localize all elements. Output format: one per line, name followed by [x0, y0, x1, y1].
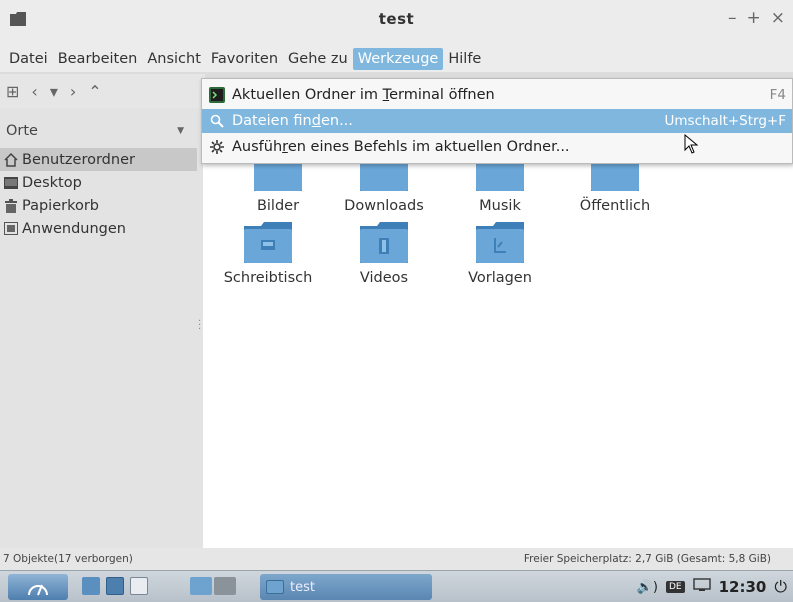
up-button[interactable]: ⌃: [88, 82, 101, 101]
close-button[interactable]: ×: [771, 8, 785, 28]
forward-button[interactable]: ›: [70, 82, 76, 101]
workspace-1-icon[interactable]: [190, 577, 212, 595]
sidebar-item-desktop[interactable]: Desktop: [0, 171, 197, 194]
system-tray: 🔊) DE 12:30 ⏻: [637, 577, 787, 597]
splitter-grip: · · ·: [198, 316, 202, 335]
power-icon[interactable]: ⏻: [774, 577, 787, 597]
folder-item-vorlagen[interactable]: Vorlagen: [445, 220, 555, 286]
places-list: Benutzerordner Desktop Papierkorb Anwend…: [0, 148, 197, 240]
menu-item-find-files[interactable]: Dateien finden... Umschalt+Strg+F: [202, 109, 792, 133]
home-icon: [2, 152, 20, 167]
sidebar: Orte ▼ Benutzerordner Desktop Papierkorb: [0, 108, 197, 548]
menu-bar: Datei Bearbeiten Ansicht Favoriten Gehe …: [0, 46, 793, 72]
volume-icon[interactable]: 🔊): [637, 580, 658, 595]
search-icon: [208, 112, 226, 130]
folder-label: Videos: [359, 270, 409, 286]
browser-launcher-icon[interactable]: [130, 577, 148, 595]
sidebar-item-label: Benutzerordner: [22, 151, 135, 168]
folder-label: Musik: [479, 198, 521, 214]
videos-folder-icon: [359, 220, 409, 264]
taskbar: test 🔊) DE 12:30 ⏻: [0, 570, 793, 602]
history-dropdown-button[interactable]: ▾: [50, 82, 58, 101]
folder-label: Downloads: [344, 198, 424, 214]
menu-ansicht[interactable]: Ansicht: [142, 48, 206, 70]
sidebar-item-label: Anwendungen: [22, 220, 126, 237]
menu-item-run-command[interactable]: Ausführen eines Befehls im aktuellen Ord…: [202, 135, 792, 159]
toolbar: ⊞ ‹ ▾ › ⌃: [0, 74, 205, 108]
start-menu-button[interactable]: [8, 574, 68, 600]
folder-label: Vorlagen: [468, 270, 532, 286]
folder-label: Bilder: [256, 198, 300, 214]
terminal-icon: [208, 86, 226, 104]
folder-label: Schreibtisch: [223, 270, 313, 286]
places-dropdown[interactable]: Orte ▼: [4, 118, 192, 144]
new-tab-button[interactable]: ⊞: [6, 82, 19, 101]
workspace-2-icon[interactable]: [214, 577, 236, 595]
werkzeuge-menu: Aktuellen Ordner im Terminal öffnen F4 D…: [201, 78, 793, 164]
menu-favoriten[interactable]: Favoriten: [206, 48, 283, 70]
file-manager-launcher-icon[interactable]: [106, 577, 124, 595]
templates-folder-icon: [475, 220, 525, 264]
file-icon-view: Bilder Downloads Musik Öffentlich Schrei…: [203, 108, 793, 548]
title-bar: test – + ×: [0, 0, 793, 46]
maximize-button[interactable]: +: [747, 8, 761, 28]
trash-icon: [2, 198, 20, 213]
places-label: Orte: [6, 123, 38, 139]
menu-item-label: Ausführen eines Befehls im aktuellen Ord…: [232, 139, 570, 155]
window-title: test: [378, 10, 415, 28]
folder-item-videos[interactable]: Videos: [329, 220, 439, 286]
network-icon[interactable]: [692, 578, 711, 596]
folder-label: Öffentlich: [579, 198, 651, 214]
sidebar-item-label: Papierkorb: [22, 197, 100, 214]
back-button[interactable]: ‹: [31, 82, 37, 101]
menu-item-label: Aktuellen Ordner im Terminal öffnen: [232, 87, 495, 103]
chevron-down-icon: ▼: [177, 126, 184, 136]
sidebar-item-benutzerordner[interactable]: Benutzerordner: [0, 148, 197, 171]
menu-item-open-terminal[interactable]: Aktuellen Ordner im Terminal öffnen F4: [202, 83, 792, 107]
desktop-icon: [2, 176, 20, 189]
minimize-button[interactable]: –: [728, 8, 737, 28]
sidebar-item-papierkorb[interactable]: Papierkorb: [0, 194, 197, 217]
sidebar-item-label: Desktop: [22, 174, 82, 191]
shortcut-label: Umschalt+Strg+F: [664, 113, 787, 129]
menu-datei[interactable]: Datei: [4, 48, 53, 70]
menu-item-label: Dateien finden...: [232, 113, 353, 129]
taskbar-window-button[interactable]: test: [260, 574, 432, 600]
taskbar-window-label: test: [290, 579, 315, 595]
start-menu-icon: [28, 584, 48, 596]
desktop-folder-icon: [243, 220, 293, 264]
folder-item-schreibtisch[interactable]: Schreibtisch: [213, 220, 323, 286]
status-bar: 7 Objekte(17 verborgen) Freier Speicherp…: [0, 548, 793, 570]
mouse-cursor-icon: [684, 133, 699, 158]
item-count-status: 7 Objekte(17 verborgen): [3, 553, 133, 565]
applications-icon: [2, 222, 20, 235]
menu-bearbeiten[interactable]: Bearbeiten: [53, 48, 143, 70]
menu-werkzeuge[interactable]: Werkzeuge: [352, 48, 444, 70]
menu-hilfe[interactable]: Hilfe: [443, 48, 486, 70]
clock[interactable]: 12:30: [719, 578, 767, 596]
show-desktop-icon[interactable]: [82, 577, 100, 595]
sidebar-item-anwendungen[interactable]: Anwendungen: [0, 217, 197, 240]
gear-icon: [208, 138, 226, 156]
shortcut-label: F4: [769, 87, 786, 103]
free-space-status: Freier Speicherplatz: 2,7 GiB (Gesamt: 5…: [523, 553, 771, 565]
menu-gehe-zu[interactable]: Gehe zu: [283, 48, 353, 70]
folder-icon: [266, 580, 284, 594]
keyboard-layout-indicator[interactable]: DE: [665, 581, 685, 593]
